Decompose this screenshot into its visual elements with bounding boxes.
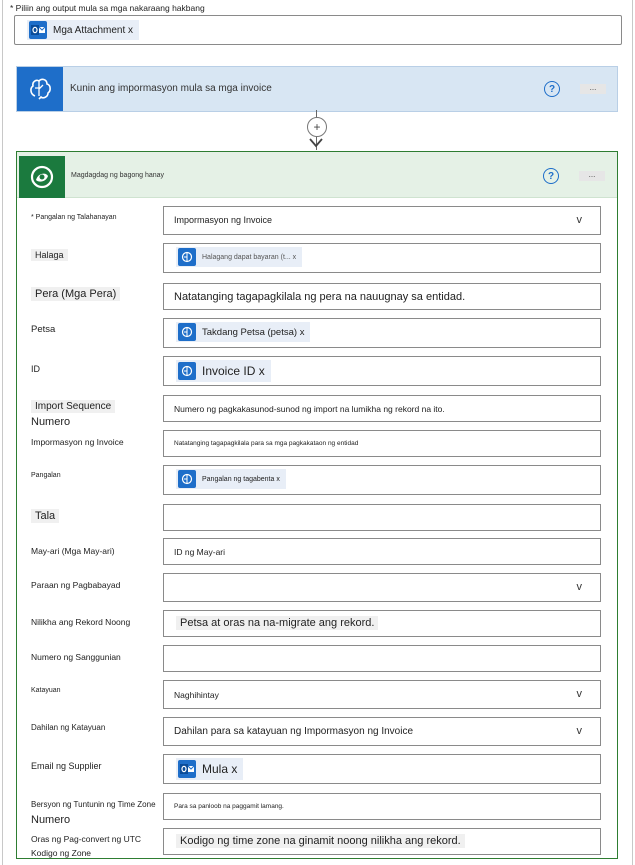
owner-label: May-ari (Mga May-ari) xyxy=(31,546,115,556)
ai-builder-brain-icon xyxy=(178,470,196,488)
reference-number-field[interactable] xyxy=(163,645,601,672)
attachments-token-text: Mga Attachment x xyxy=(53,24,134,36)
chevron-down-icon[interactable]: v xyxy=(577,581,583,593)
note-field[interactable] xyxy=(163,504,601,531)
timezone-rule-field[interactable]: Para sa panloob na paggamit lamang. xyxy=(163,793,601,820)
status-value: Naghihintay xyxy=(174,690,219,700)
invoice-info-field[interactable]: Natatanging tagapagkilala para sa mga pa… xyxy=(163,430,601,457)
amount-due-token-text: Halagang dapat bayaran (t... x xyxy=(202,253,297,261)
currency-placeholder: Natatanging tagapagkilala ng pera na nau… xyxy=(174,291,466,303)
payment-method-select[interactable]: v xyxy=(163,573,601,602)
utc-conversion-label: Oras ng Pag-convert ng UTC xyxy=(31,834,142,844)
status-reason-select[interactable]: Dahilan para sa katayuan ng Impormasyon … xyxy=(163,717,601,746)
dataverse-icon xyxy=(19,156,65,198)
reference-number-label: Numero ng Sanggunian xyxy=(31,652,121,662)
more-options-button[interactable]: ... xyxy=(580,84,606,94)
vendor-name-token[interactable]: Pangalan ng tagabenta x xyxy=(176,469,286,489)
status-reason-label: Dahilan ng Katayuan xyxy=(31,723,106,732)
supplier-email-field[interactable]: Mula x xyxy=(163,754,601,784)
id-field[interactable]: Invoice ID x xyxy=(163,356,601,386)
ai-builder-brain-icon xyxy=(17,67,63,111)
table-name-select[interactable]: Impormasyon ng Invoice v xyxy=(163,206,601,235)
record-created-field[interactable]: Petsa at oras na na-migrate ang rekord. xyxy=(163,610,601,637)
import-sequence-placeholder: Numero ng pagkakasunod-sunod ng import n… xyxy=(174,404,445,414)
invoice-info-placeholder: Natatanging tagapagkilala para sa mga pa… xyxy=(174,440,359,447)
date-label: Petsa xyxy=(31,324,56,335)
ai-builder-brain-icon xyxy=(178,362,196,380)
utc-conversion-field[interactable]: Kodigo ng time zone na ginamit noong nil… xyxy=(163,828,601,855)
note-label: Tala xyxy=(31,509,60,523)
status-select[interactable]: Naghihintay v xyxy=(163,680,601,709)
timezone-rule-label-2: Numero xyxy=(31,814,71,826)
from-token-text: Mula x xyxy=(202,762,238,776)
outlook-icon xyxy=(178,760,196,778)
from-token[interactable]: Mula x xyxy=(176,758,244,780)
record-created-placeholder: Petsa at oras na na-migrate ang rekord. xyxy=(176,616,379,630)
attachments-token[interactable]: Mga Attachment x xyxy=(27,20,140,40)
record-created-label: Nilikha ang Rekord Noong xyxy=(31,617,131,627)
id-label: ID xyxy=(31,364,40,374)
name-label: Pangalan xyxy=(31,472,61,479)
payment-method-label: Paraan ng Pagbabayad xyxy=(31,580,121,590)
chevron-down-icon[interactable]: v xyxy=(577,725,583,737)
import-sequence-label: Import Sequence xyxy=(31,400,116,413)
currency-field[interactable]: Natatanging tagapagkilala ng pera na nau… xyxy=(163,283,601,310)
supplier-email-label: Email ng Supplier xyxy=(31,761,102,771)
invoice-info-label: Impormasyon ng Invoice xyxy=(31,437,124,447)
vendor-name-token-text: Pangalan ng tagabenta x xyxy=(202,475,280,483)
chevron-down-icon[interactable]: v xyxy=(577,214,583,226)
arrow-down-icon xyxy=(309,138,323,148)
owner-field[interactable]: ID ng May-ari xyxy=(163,538,601,565)
halaga-label: Halaga xyxy=(31,249,68,261)
help-icon[interactable]: ? xyxy=(544,81,560,97)
ai-builder-brain-icon xyxy=(178,248,196,266)
amount-due-token[interactable]: Halagang dapat bayaran (t... x xyxy=(176,247,303,267)
step1-title: Kunin ang impormasyon mula sa mga invoic… xyxy=(70,83,272,94)
currency-label: Pera (Mga Pera) xyxy=(31,287,121,301)
chevron-down-icon[interactable]: v xyxy=(577,688,583,700)
insert-step-button[interactable]: + xyxy=(307,117,327,137)
date-field[interactable]: Takdang Petsa (petsa) x xyxy=(163,318,601,348)
outlook-icon xyxy=(29,21,47,39)
add-row-card: Magdagdag ng bagong hanay ? ... * Pangal… xyxy=(16,151,618,859)
output-select-label: * Piliin ang output mula sa mga nakaraan… xyxy=(10,3,205,13)
owner-placeholder: ID ng May-ari xyxy=(174,547,226,557)
due-date-token[interactable]: Takdang Petsa (petsa) x xyxy=(176,322,311,342)
table-name-value: Impormasyon ng Invoice xyxy=(174,215,273,225)
left-border xyxy=(2,0,3,865)
card-title: Magdagdag ng bagong hanay xyxy=(71,172,165,179)
extract-invoice-step[interactable]: Kunin ang impormasyon mula sa mga invoic… xyxy=(16,66,618,112)
status-label: Katayuan xyxy=(31,687,61,694)
import-sequence-field[interactable]: Numero ng pagkakasunod-sunod ng import n… xyxy=(163,395,601,422)
utc-conversion-placeholder: Kodigo ng time zone na ginamit noong nil… xyxy=(176,834,465,848)
due-date-token-text: Takdang Petsa (petsa) x xyxy=(202,326,305,338)
invoice-id-token-text: Invoice ID x xyxy=(202,364,265,378)
more-options-button[interactable]: ... xyxy=(579,171,605,181)
status-reason-value: Dahilan para sa katayuan ng Impormasyon … xyxy=(174,726,414,737)
import-sequence-label-2: Numero xyxy=(31,416,71,428)
card-header[interactable]: Magdagdag ng bagong hanay ? ... xyxy=(17,152,617,198)
table-name-label: * Pangalan ng Talahanayan xyxy=(31,214,117,221)
halaga-field[interactable]: Halagang dapat bayaran (t... x xyxy=(163,243,601,273)
timezone-rule-label: Bersyon ng Tuntunin ng Time Zone xyxy=(31,800,156,809)
help-icon[interactable]: ? xyxy=(543,168,559,184)
utc-conversion-label-2: Kodigo ng Zone xyxy=(31,848,92,858)
output-select-field[interactable]: Mga Attachment x xyxy=(14,15,622,45)
ai-builder-brain-icon xyxy=(178,323,196,341)
invoice-id-token[interactable]: Invoice ID x xyxy=(176,360,271,382)
timezone-rule-placeholder: Para sa panloob na paggamit lamang. xyxy=(174,803,284,810)
right-border xyxy=(632,0,633,865)
name-field[interactable]: Pangalan ng tagabenta x xyxy=(163,465,601,495)
